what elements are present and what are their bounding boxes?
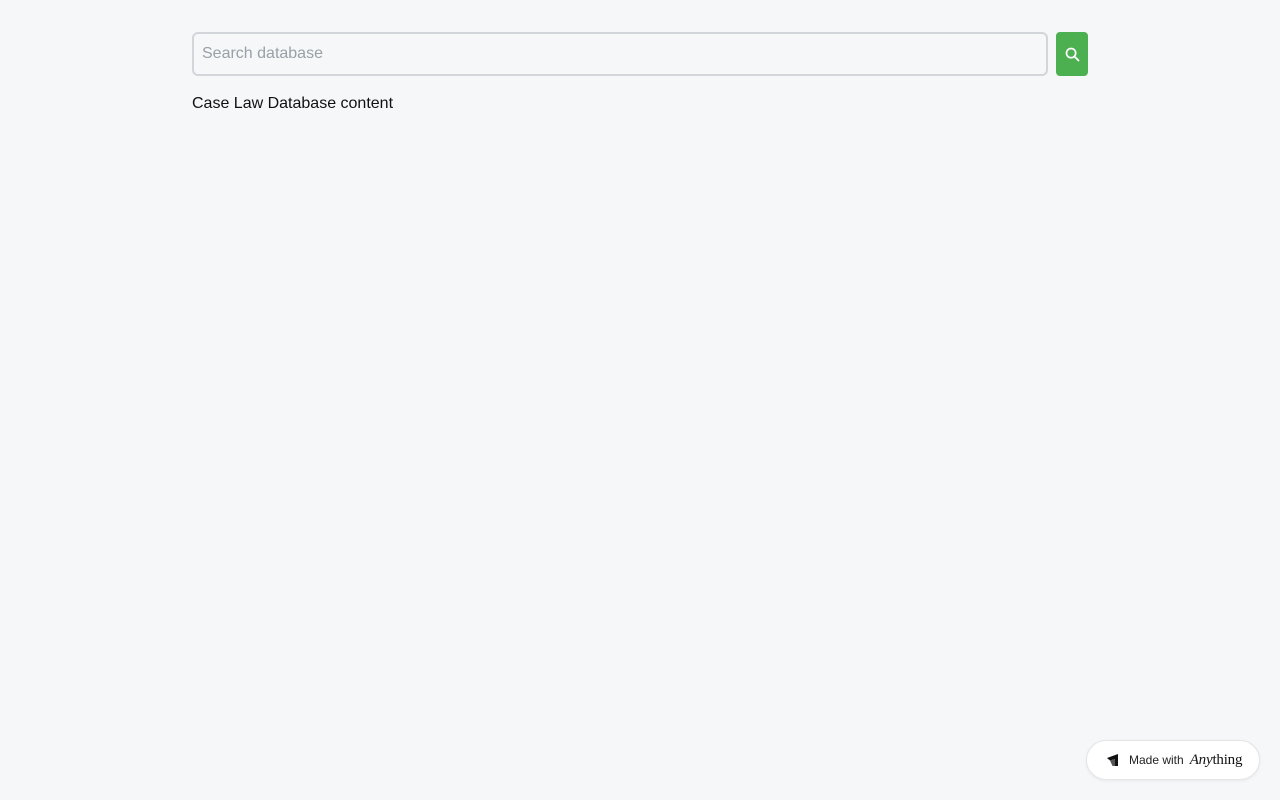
search-icon xyxy=(1065,47,1079,61)
brand-name: Anything xyxy=(1190,752,1243,769)
database-content-text: Case Law Database content xyxy=(192,95,394,112)
main-container: Case Law Database content xyxy=(192,32,1088,114)
search-button[interactable] xyxy=(1056,32,1088,76)
search-bar xyxy=(192,32,1088,76)
made-with-badge[interactable]: Made with Anything xyxy=(1086,740,1260,780)
page: Case Law Database content Made with Anyt… xyxy=(0,0,1280,800)
brand-name-italic: Any xyxy=(1189,751,1213,768)
anything-logo-icon xyxy=(1107,754,1118,766)
made-with-label: Made with xyxy=(1129,753,1184,767)
search-input[interactable] xyxy=(192,32,1048,76)
brand-name-rest: thing xyxy=(1212,751,1243,768)
